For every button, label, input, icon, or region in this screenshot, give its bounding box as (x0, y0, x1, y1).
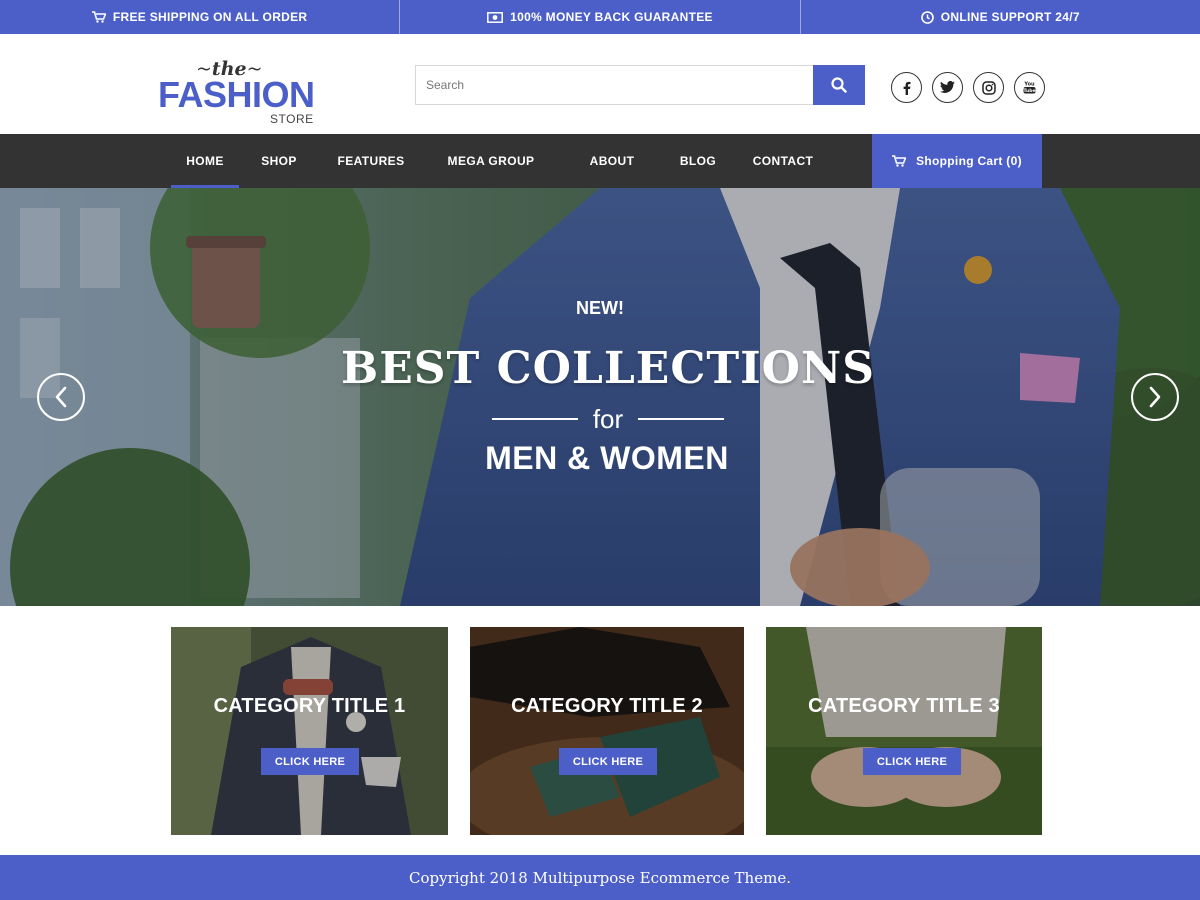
copyright-text: Copyright 2018 Multipurpose Ecommerce Th… (409, 868, 791, 887)
category-overlay-2 (470, 627, 744, 835)
instagram-icon (981, 80, 996, 95)
topbar-shipping: FREE SHIPPING ON ALL ORDER (0, 0, 401, 34)
twitter-link[interactable] (932, 72, 963, 103)
facebook-link[interactable] (891, 72, 922, 103)
site-logo[interactable]: ~the~ FASHION STORE (158, 58, 328, 126)
hero-slider: NEW! BEST COLLECTIONS for MEN & WOMEN (0, 188, 1200, 606)
clock-icon (920, 10, 934, 24)
social-links: You Tube (891, 72, 1045, 103)
site-footer: Copyright 2018 Multipurpose Ecommerce Th… (0, 855, 1200, 900)
category-title-3: CATEGORY TITLE 3 (808, 695, 1000, 717)
topbar-money-back: 100% MONEY BACK GUARANTEE (400, 0, 801, 34)
search-input[interactable] (415, 65, 813, 105)
search-icon (831, 77, 847, 93)
facebook-icon (903, 81, 910, 95)
hero-divider-right (638, 418, 724, 420)
shopping-cart-label: Shopping Cart (0) (916, 154, 1022, 168)
hero-divider-left (492, 418, 578, 420)
category-card-1[interactable]: CATEGORY TITLE 1 CLICK HERE (171, 627, 448, 835)
category-title-2: CATEGORY TITLE 2 (511, 695, 703, 717)
instagram-link[interactable] (973, 72, 1004, 103)
youtube-link[interactable]: You Tube (1014, 72, 1045, 103)
category-button-2[interactable]: CLICK HERE (559, 748, 657, 775)
category-overlay-1 (171, 627, 448, 835)
svg-text:You: You (1023, 82, 1035, 88)
chevron-left-icon (55, 386, 67, 408)
hero-connector: for (592, 403, 624, 434)
youtube-icon: YouTube (1023, 82, 1035, 95)
nav-features[interactable]: FEATURES (326, 134, 416, 188)
topbar-shipping-label: FREE SHIPPING ON ALL ORDER (112, 10, 308, 24)
hero-subtitle: MEN & WOMEN (485, 440, 729, 476)
slider-prev-button[interactable] (37, 373, 85, 421)
hero-overlay (0, 188, 1200, 606)
nav-home[interactable]: HOME (171, 134, 239, 188)
svg-text:Tube: Tube (1023, 88, 1035, 94)
slider-next-button[interactable] (1131, 373, 1179, 421)
top-info-bar: FREE SHIPPING ON ALL ORDER 100% MONEY BA… (0, 0, 1200, 34)
search-button[interactable] (813, 65, 865, 105)
topbar-money-back-label: 100% MONEY BACK GUARANTEE (510, 10, 713, 24)
logo-fashion: FASHION (158, 74, 315, 115)
hero-connector-row: for (492, 402, 724, 436)
topbar-support: ONLINE SUPPORT 24/7 (801, 0, 1200, 34)
hero-title: BEST COLLECTIONS (341, 343, 875, 394)
nav-about[interactable]: ABOUT (578, 134, 646, 188)
chevron-right-icon (1149, 386, 1161, 408)
nav-contact[interactable]: CONTACT (744, 134, 822, 188)
nav-shop[interactable]: SHOP (250, 134, 308, 188)
category-card-3[interactable]: CATEGORY TITLE 3 CLICK HERE (766, 627, 1042, 835)
hero-kicker: NEW! (576, 298, 624, 318)
cart-icon (91, 11, 106, 23)
category-title-1: CATEGORY TITLE 1 (213, 695, 406, 717)
cart-icon (892, 155, 907, 167)
site-header: ~the~ FASHION STORE YouTube (0, 34, 1200, 134)
logo-store: STORE (270, 112, 314, 126)
category-button-3[interactable]: CLICK HERE (863, 748, 961, 775)
search-bar (415, 65, 865, 105)
nav-mega-group[interactable]: MEGA GROUP (436, 134, 546, 188)
category-overlay-3 (766, 627, 1042, 835)
shopping-cart-button[interactable]: Shopping Cart (0) (872, 134, 1042, 188)
twitter-icon (940, 81, 955, 93)
category-button-1[interactable]: CLICK HERE (261, 748, 359, 775)
nav-blog[interactable]: BLOG (668, 134, 728, 188)
category-card-2[interactable]: CATEGORY TITLE 2 CLICK HERE (470, 627, 744, 835)
money-icon (487, 11, 504, 23)
topbar-support-label: ONLINE SUPPORT 24/7 (940, 10, 1080, 24)
